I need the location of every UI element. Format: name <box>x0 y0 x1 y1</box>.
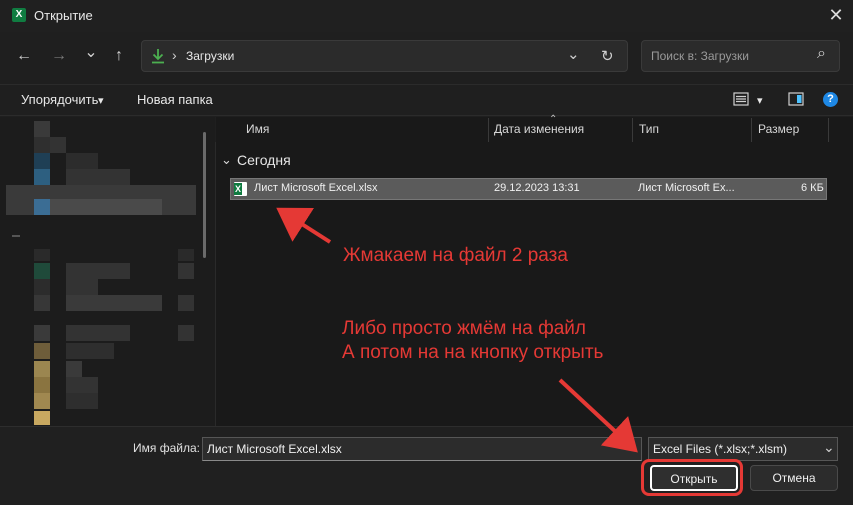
annotation-text-click-file: Либо просто жмём на файл <box>342 318 586 339</box>
annotation-text-double-click: Жмакаем на файл 2 раза <box>343 245 568 266</box>
annotation-arrow-to-file <box>276 207 332 244</box>
annotation-arrow-to-open <box>558 378 638 453</box>
annotation-text-click-open: А потом на на кнопку открыть <box>342 342 604 363</box>
